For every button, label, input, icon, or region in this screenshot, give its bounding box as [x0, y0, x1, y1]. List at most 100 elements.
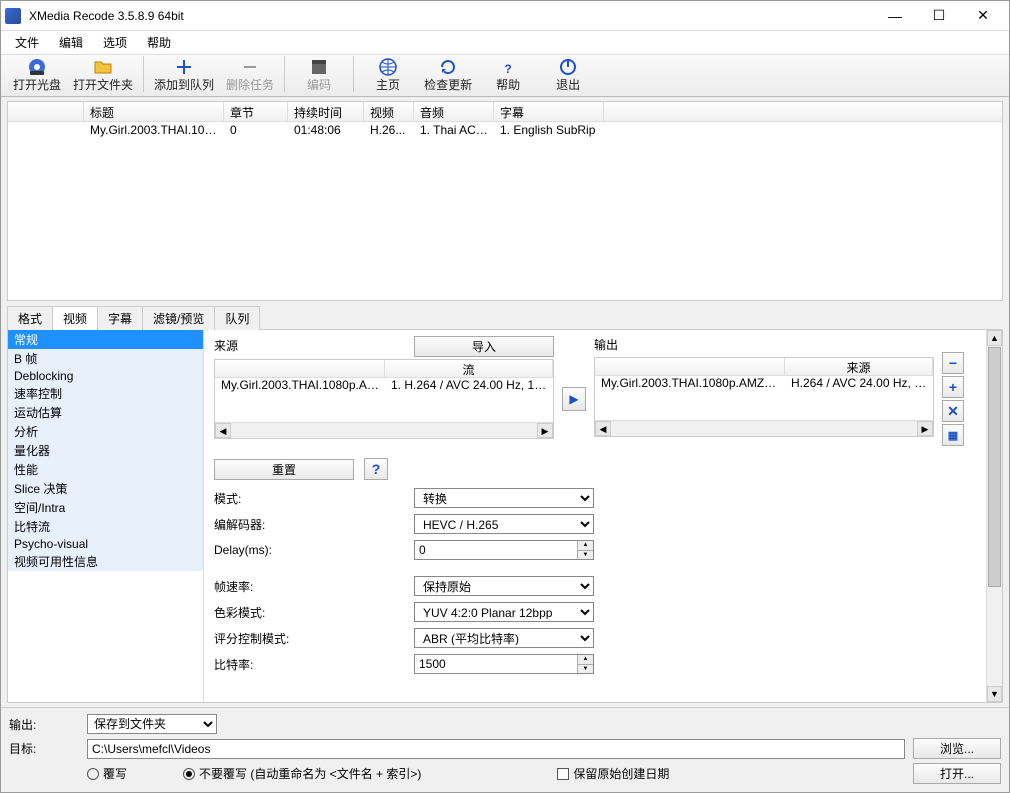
scroll-thumb[interactable] [988, 347, 1001, 587]
source-stream-table[interactable]: 流 My.Girl.2003.THAI.1080p.AMZN... 1. H.2… [214, 359, 554, 439]
close-button[interactable]: ✕ [961, 2, 1005, 30]
output-dest-select[interactable]: 保存到文件夹 [87, 714, 217, 734]
spin-up[interactable]: ▲ [578, 541, 593, 551]
scroll-left[interactable]: ◀ [215, 423, 231, 438]
exit-button[interactable]: 退出 [538, 54, 598, 94]
mode-label: 模式: [214, 490, 414, 507]
minimize-button[interactable]: — [873, 2, 917, 30]
tab-format[interactable]: 格式 [7, 306, 53, 330]
option-intra[interactable]: 空间/Intra [8, 498, 203, 517]
col-video[interactable]: 视频 [364, 102, 414, 121]
reset-button[interactable]: 重置 [214, 459, 354, 480]
spin-up[interactable]: ▲ [578, 655, 593, 665]
menu-help[interactable]: 帮助 [139, 32, 179, 53]
clear-stream-button[interactable]: ✕ [942, 400, 964, 422]
grid-stream-button[interactable]: ▦ [942, 424, 964, 446]
tab-video[interactable]: 视频 [52, 306, 98, 330]
source-label: 来源 [214, 337, 238, 354]
video-options-list: 常规 B 帧 Deblocking 速率控制 运动估算 分析 量化器 性能 Sl… [8, 330, 204, 702]
option-psycho[interactable]: Psycho-visual [8, 536, 203, 552]
separator [143, 56, 144, 92]
output-stream-table[interactable]: 来源 My.Girl.2003.THAI.1080p.AMZN.WE... H.… [594, 357, 934, 437]
menu-edit[interactable]: 编辑 [51, 32, 91, 53]
home-button[interactable]: 主页 [358, 54, 418, 94]
window-title: XMedia Recode 3.5.8.9 64bit [29, 9, 873, 23]
codec-label: 编解码器: [214, 516, 414, 533]
svg-text:?: ? [504, 62, 511, 76]
overwrite-radio[interactable]: 覆写 [87, 765, 127, 782]
help-icon-button[interactable]: ? [364, 458, 388, 480]
menu-options[interactable]: 选项 [95, 32, 135, 53]
col-chapter[interactable]: 章节 [224, 102, 288, 121]
add-queue-button[interactable]: 添加到队列 [148, 54, 220, 94]
add-stream-button[interactable]: + [942, 376, 964, 398]
option-analysis[interactable]: 分析 [8, 422, 203, 441]
question-icon: ? [498, 56, 518, 78]
import-button[interactable]: 导入 [414, 336, 554, 357]
option-slice[interactable]: Slice 决策 [8, 479, 203, 498]
option-deblocking[interactable]: Deblocking [8, 368, 203, 384]
fps-label: 帧速率: [214, 578, 414, 595]
encode-button[interactable]: 编码 [289, 54, 349, 94]
browse-button[interactable]: 浏览... [913, 738, 1001, 759]
color-select[interactable]: YUV 4:2:0 Planar 12bpp [414, 602, 594, 622]
mode-select[interactable]: 转换 [414, 488, 594, 508]
color-label: 色彩模式: [214, 604, 414, 621]
menu-file[interactable]: 文件 [7, 32, 47, 53]
remove-stream-button[interactable]: − [942, 352, 964, 374]
tab-queue[interactable]: 队列 [214, 306, 260, 330]
no-overwrite-radio[interactable]: 不要覆写 (自动重命名为 <文件名 + 索引>) [183, 765, 421, 782]
clapper-icon [309, 56, 329, 78]
spin-down[interactable]: ▼ [578, 665, 593, 674]
play-button[interactable]: ▶ [562, 387, 586, 411]
minus-icon [240, 56, 260, 78]
fps-select[interactable]: 保持原始 [414, 576, 594, 596]
col-subtitle[interactable]: 字幕 [494, 102, 604, 121]
open-folder-button[interactable]: 打开文件夹 [67, 54, 139, 94]
option-vui[interactable]: 视频可用性信息 [8, 552, 203, 571]
bitrate-label: 比特率: [214, 656, 414, 673]
file-row[interactable]: My.Girl.2003.THAI.108... 0 01:48:06 H.26… [8, 122, 1002, 140]
maximize-button[interactable]: ☐ [917, 2, 961, 30]
option-bframes[interactable]: B 帧 [8, 349, 203, 368]
target-label: 目标: [9, 740, 79, 757]
scroll-up[interactable]: ▲ [987, 330, 1002, 346]
tab-filters[interactable]: 滤镜/预览 [142, 306, 215, 330]
spin-down[interactable]: ▼ [578, 551, 593, 560]
scroll-left[interactable]: ◀ [595, 421, 611, 436]
panel-scrollbar[interactable]: ▲ ▼ [986, 330, 1002, 702]
scroll-right[interactable]: ▶ [917, 421, 933, 436]
app-icon [5, 8, 21, 24]
option-general[interactable]: 常规 [8, 330, 203, 349]
file-list[interactable]: 标题 章节 持续时间 视频 音频 字幕 My.Girl.2003.THAI.10… [7, 101, 1003, 301]
col-audio[interactable]: 音频 [414, 102, 494, 121]
rate-label: 评分控制模式: [214, 630, 414, 647]
open-disc-button[interactable]: 打开光盘 [7, 54, 67, 94]
output-label: 输出 [594, 336, 934, 353]
target-path-input[interactable] [87, 739, 905, 759]
help-button[interactable]: ? 帮助 [478, 54, 538, 94]
separator [284, 56, 285, 92]
keep-date-checkbox[interactable]: 保留原始创建日期 [557, 765, 669, 782]
codec-select[interactable]: HEVC / H.265 [414, 514, 594, 534]
option-motion[interactable]: 运动估算 [8, 403, 203, 422]
folder-icon [93, 56, 113, 78]
col-duration[interactable]: 持续时间 [288, 102, 364, 121]
tab-subtitle[interactable]: 字幕 [97, 306, 143, 330]
delete-task-button[interactable]: 删除任务 [220, 54, 280, 94]
scroll-down[interactable]: ▼ [987, 686, 1002, 702]
open-button[interactable]: 打开... [913, 763, 1001, 784]
col-title[interactable]: 标题 [84, 102, 224, 121]
output-dest-label: 输出: [9, 716, 79, 733]
option-bitstream[interactable]: 比特流 [8, 517, 203, 536]
scroll-right[interactable]: ▶ [537, 423, 553, 438]
option-performance[interactable]: 性能 [8, 460, 203, 479]
check-update-button[interactable]: 检查更新 [418, 54, 478, 94]
delay-label: Delay(ms): [214, 543, 414, 557]
option-quantizer[interactable]: 量化器 [8, 441, 203, 460]
refresh-icon [438, 56, 458, 78]
rate-select[interactable]: ABR (平均比特率) [414, 628, 594, 648]
option-ratecontrol[interactable]: 速率控制 [8, 384, 203, 403]
bitrate-input[interactable]: ▲▼ [414, 654, 594, 674]
delay-input[interactable]: ▲▼ [414, 540, 594, 560]
